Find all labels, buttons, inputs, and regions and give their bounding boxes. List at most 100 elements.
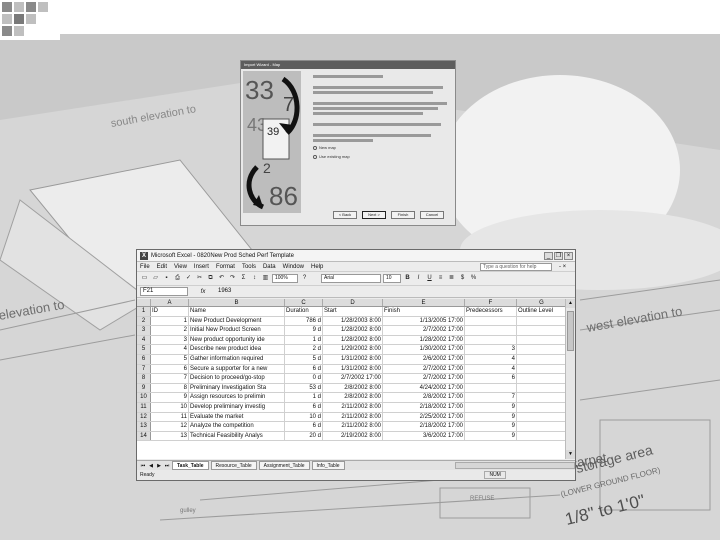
underline-button[interactable]: U [425,274,434,283]
cell-header-start[interactable]: Start [323,307,383,316]
table-cell[interactable]: 6 [151,364,189,374]
table-cell[interactable]: 2/7/2002 17:00 [383,364,465,374]
scroll-up-icon[interactable]: ▲ [566,299,575,308]
table-cell[interactable] [517,431,567,441]
table-cell[interactable]: 2/11/2002 8:00 [323,402,383,412]
redo-icon[interactable]: ↷ [228,274,237,283]
table-cell[interactable]: Describe new product idea [189,345,285,354]
table-cell[interactable]: 2/7/2002 17:00 [323,374,383,383]
table-cell[interactable]: 8 [151,383,189,393]
restore-icon[interactable]: ❐ [554,251,563,260]
table-cell[interactable]: New product opportunity ide [189,335,285,345]
wizard-back-button[interactable]: < Back [333,211,357,219]
new-file-icon[interactable]: ▭ [140,274,149,283]
table-cell[interactable]: Analyze the competition [189,422,285,431]
table-cell[interactable]: 2/7/2002 17:00 [383,374,465,383]
table-cell[interactable]: 1/28/2002 8:00 [323,326,383,335]
minimize-icon[interactable]: _ [544,251,553,260]
col-header-e[interactable]: E [383,299,465,306]
table-cell[interactable]: 1/31/2002 8:00 [323,354,383,364]
tab-resource-table[interactable]: Resource_Table [210,461,257,470]
table-cell[interactable]: 9 [465,422,517,431]
table-cell[interactable]: 1/30/2002 17:00 [383,345,465,354]
table-cell[interactable]: 6 d [285,422,323,431]
table-cell[interactable]: 7 [465,393,517,402]
table-cell[interactable]: 2/18/2002 17:00 [383,422,465,431]
cell-header-id[interactable]: ID [151,307,189,316]
table-cell[interactable] [465,326,517,335]
tab-task-table[interactable]: Task_Table [172,461,209,470]
open-folder-icon[interactable]: ▱ [151,274,160,283]
scroll-thumb[interactable] [567,311,574,351]
scroll-down-icon[interactable]: ▼ [566,450,575,459]
row-header[interactable]: 6 [137,354,151,364]
col-header-a[interactable]: A [151,299,189,306]
table-cell[interactable] [517,335,567,345]
row-header[interactable]: 8 [137,374,151,383]
help-search-input[interactable]: Type a question for help [480,262,552,271]
help-icon[interactable]: ? [300,274,309,283]
option-new-map[interactable]: New map [313,144,451,151]
table-cell[interactable]: 53 d [285,383,323,393]
vertical-scrollbar[interactable]: ▲ ▼ [565,299,575,459]
table-cell[interactable]: 9 d [285,326,323,335]
row-header[interactable]: 13 [137,422,151,431]
table-cell[interactable] [517,345,567,354]
menu-window[interactable]: Window [283,264,304,270]
table-cell[interactable] [517,393,567,402]
table-cell[interactable] [517,374,567,383]
table-cell[interactable]: 4/24/2002 17:00 [383,383,465,393]
table-cell[interactable]: 1/31/2002 8:00 [323,364,383,374]
option-existing-map[interactable]: Use existing map [313,153,451,160]
table-cell[interactable]: 2/19/2002 8:00 [323,431,383,441]
table-cell[interactable]: 1/28/2002 17:00 [383,335,465,345]
table-cell[interactable]: 6 d [285,364,323,374]
table-cell[interactable] [465,316,517,326]
table-cell[interactable]: 3/6/2002 17:00 [383,431,465,441]
cut-icon[interactable]: ✂ [195,274,204,283]
table-cell[interactable]: Preliminary Investigation Sta [189,383,285,393]
table-cell[interactable] [517,326,567,335]
percent-icon[interactable]: % [469,274,478,283]
autosum-icon[interactable]: Σ [239,274,248,283]
close-icon[interactable]: × [564,251,573,260]
tab-info-table[interactable]: Info_Table [311,461,345,470]
align-center-icon[interactable]: ≣ [447,274,456,283]
save-icon[interactable]: ▪ [162,274,171,283]
table-cell[interactable]: New Product Development [189,316,285,326]
row-header[interactable]: 2 [137,316,151,326]
wizard-finish-button[interactable]: Finish [391,211,415,219]
table-cell[interactable]: 3 [151,335,189,345]
sort-icon[interactable]: ↕ [250,274,259,283]
zoom-select[interactable]: 100% [272,274,298,283]
table-cell[interactable]: 1/28/2003 8:00 [323,316,383,326]
table-cell[interactable]: 3 [465,345,517,354]
menu-file[interactable]: File [140,264,150,270]
tab-last-icon[interactable]: ⏭ [164,463,170,469]
currency-icon[interactable]: $ [458,274,467,283]
radio-new-map[interactable] [313,145,317,150]
table-cell[interactable]: 1 [151,316,189,326]
table-cell[interactable]: 4 [465,364,517,374]
menu-edit[interactable]: Edit [157,264,167,270]
menu-tools[interactable]: Tools [242,264,256,270]
table-cell[interactable]: 12 [151,422,189,431]
table-cell[interactable]: 4 [465,354,517,364]
table-cell[interactable]: 11 [151,412,189,422]
table-cell[interactable]: Secure a supporter for a new [189,364,285,374]
table-cell[interactable] [517,316,567,326]
table-cell[interactable]: 5 d [285,354,323,364]
bold-button[interactable]: B [403,274,412,283]
col-header-d[interactable]: D [323,299,383,306]
tab-first-icon[interactable]: ⏮ [140,463,146,469]
undo-icon[interactable]: ↶ [217,274,226,283]
table-cell[interactable] [517,354,567,364]
cell-header-outline-level[interactable]: Outline Level [517,307,567,316]
table-cell[interactable] [517,364,567,374]
cell-header-name[interactable]: Name [189,307,285,316]
table-cell[interactable]: 10 d [285,412,323,422]
table-cell[interactable] [517,422,567,431]
table-cell[interactable]: 1/13/2005 17:00 [383,316,465,326]
row-header[interactable]: 12 [137,412,151,422]
table-cell[interactable]: 9 [465,412,517,422]
